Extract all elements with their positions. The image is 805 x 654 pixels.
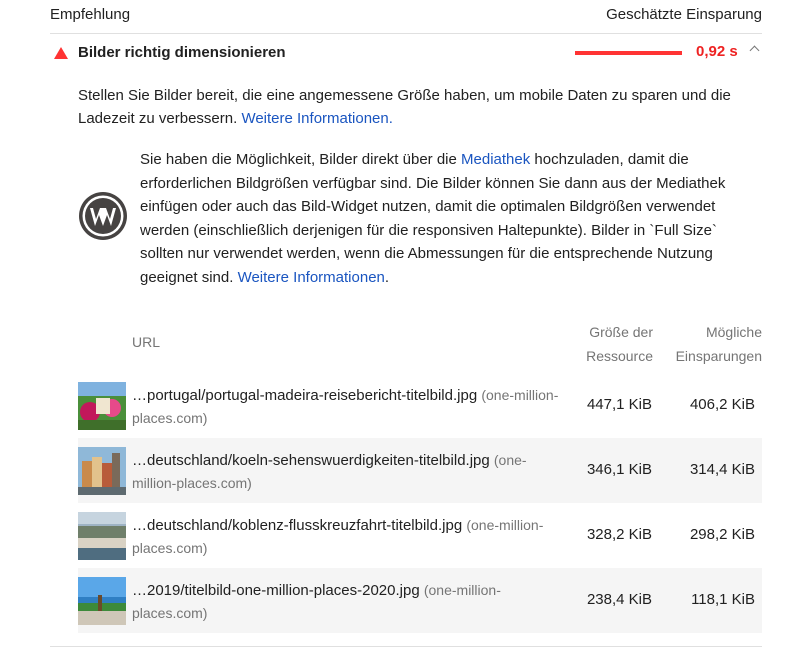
savings-bar <box>575 51 682 55</box>
column-header-url: URL <box>132 334 161 350</box>
thumbnail-image <box>78 447 126 495</box>
audit-row-properly-size-images[interactable]: Bilder richtig dimensionieren 0,92 s <box>50 34 762 74</box>
wordpress-logo-icon <box>78 191 128 241</box>
potential-savings: 298,2 KiB <box>689 526 755 543</box>
column-header-potential-savings: Mögliche Einsparungen <box>675 324 762 364</box>
divider <box>50 646 762 647</box>
thumbnail-image <box>78 577 126 625</box>
resource-url[interactable]: …portugal/portugal-madeira-reisebericht-… <box>132 384 562 430</box>
resource-url[interactable]: …2019/titelbild-one-million-places-2020.… <box>132 579 562 625</box>
table-row[interactable]: …portugal/portugal-madeira-reisebericht-… <box>78 373 762 438</box>
audit-title: Bilder richtig dimensionieren <box>78 44 286 61</box>
learn-more-link[interactable]: Weitere Informationen. <box>241 110 392 127</box>
header-estimated-savings: Geschätzte Einsparung <box>606 6 762 23</box>
header-recommendation: Empfehlung <box>50 6 131 23</box>
mediathek-link[interactable]: Mediathek <box>461 151 530 168</box>
audit-description: Stellen Sie Bilder bereit, die eine ange… <box>78 87 731 127</box>
thumbnail-image <box>78 512 126 560</box>
potential-savings: 406,2 KiB <box>689 396 755 413</box>
audit-savings-value: 0,92 s <box>696 43 738 60</box>
resource-size: 238,4 KiB <box>586 591 652 608</box>
audit-table-header: Empfehlung Geschätzte Einsparung <box>50 0 762 34</box>
wordpress-stack-note: Sie haben die Möglichkeit, Bilder direkt… <box>140 151 726 286</box>
resource-size: 447,1 KiB <box>586 396 652 413</box>
image-table: …portugal/portugal-madeira-reisebericht-… <box>78 373 762 633</box>
table-row[interactable]: …deutschland/koeln-sehenswuerdigkeiten-t… <box>78 438 762 503</box>
potential-savings: 118,1 KiB <box>691 591 755 608</box>
resource-size: 328,2 KiB <box>586 526 652 543</box>
thumbnail-image <box>78 382 126 430</box>
table-row[interactable]: …deutschland/koblenz-flusskreuzfahrt-tit… <box>78 503 762 568</box>
table-row[interactable]: …2019/titelbild-one-million-places-2020.… <box>78 568 762 633</box>
warning-triangle-icon <box>54 47 68 59</box>
chevron-up-icon[interactable] <box>749 45 760 56</box>
resource-url[interactable]: …deutschland/koeln-sehenswuerdigkeiten-t… <box>132 449 562 495</box>
resource-size: 346,1 KiB <box>586 461 652 478</box>
potential-savings: 314,4 KiB <box>689 461 755 478</box>
column-header-resource-size: Größe der Ressource <box>586 324 653 364</box>
learn-more-link-2[interactable]: Weitere Informationen <box>238 269 385 286</box>
resource-url[interactable]: …deutschland/koblenz-flusskreuzfahrt-tit… <box>132 514 562 560</box>
